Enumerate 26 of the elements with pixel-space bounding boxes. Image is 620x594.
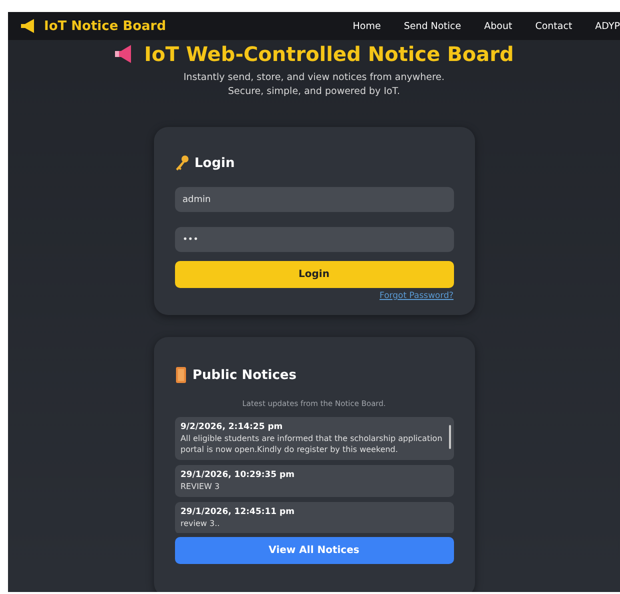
nav-link[interactable]: Send Notice [404,20,462,32]
notice-timestamp: 29/1/2026, 12:45:11 pm [180,507,296,518]
nav-link[interactable]: ADYP [595,20,620,32]
nav-link[interactable]: About [484,20,512,32]
login-heading: Login [194,156,235,170]
notice-timestamp: 9/2/2026, 2:14:25 pm [180,422,284,433]
key-icon [174,155,188,171]
scrollbar-thumb[interactable] [448,425,450,449]
tagline-text: Secure, simple, and powered by IoT. [226,85,402,99]
forgot-password-link[interactable]: Forgot Password? [380,291,454,301]
username-field[interactable]: admin [174,187,454,212]
password-field[interactable]: ••• [174,227,454,252]
tagline-text: Instantly send, store, and view notices from anywhere. [182,71,446,85]
nav-link[interactable]: Contact [535,20,572,32]
megaphone-icon [20,19,36,33]
nav-link[interactable]: Home [352,20,381,32]
scroll-icon [174,367,186,383]
view-all-notices-button[interactable]: View All Notices [174,537,454,564]
brand-title[interactable]: IoT Notice Board [44,18,166,34]
notice-timestamp: 29/1/2026, 10:29:35 pm [180,470,296,481]
page-title: IoT Web-Controlled Notice Board [144,42,514,66]
notices-heading: Public Notices [192,368,296,382]
login-button[interactable]: Login [174,261,454,288]
notice-text: review 3.. [180,518,221,529]
notice-text: REVIEW 3 [180,481,221,492]
notice-text: All eligible students are informed that the scholarship application portal is now open.Kindly do register by this weekend. [180,433,444,455]
